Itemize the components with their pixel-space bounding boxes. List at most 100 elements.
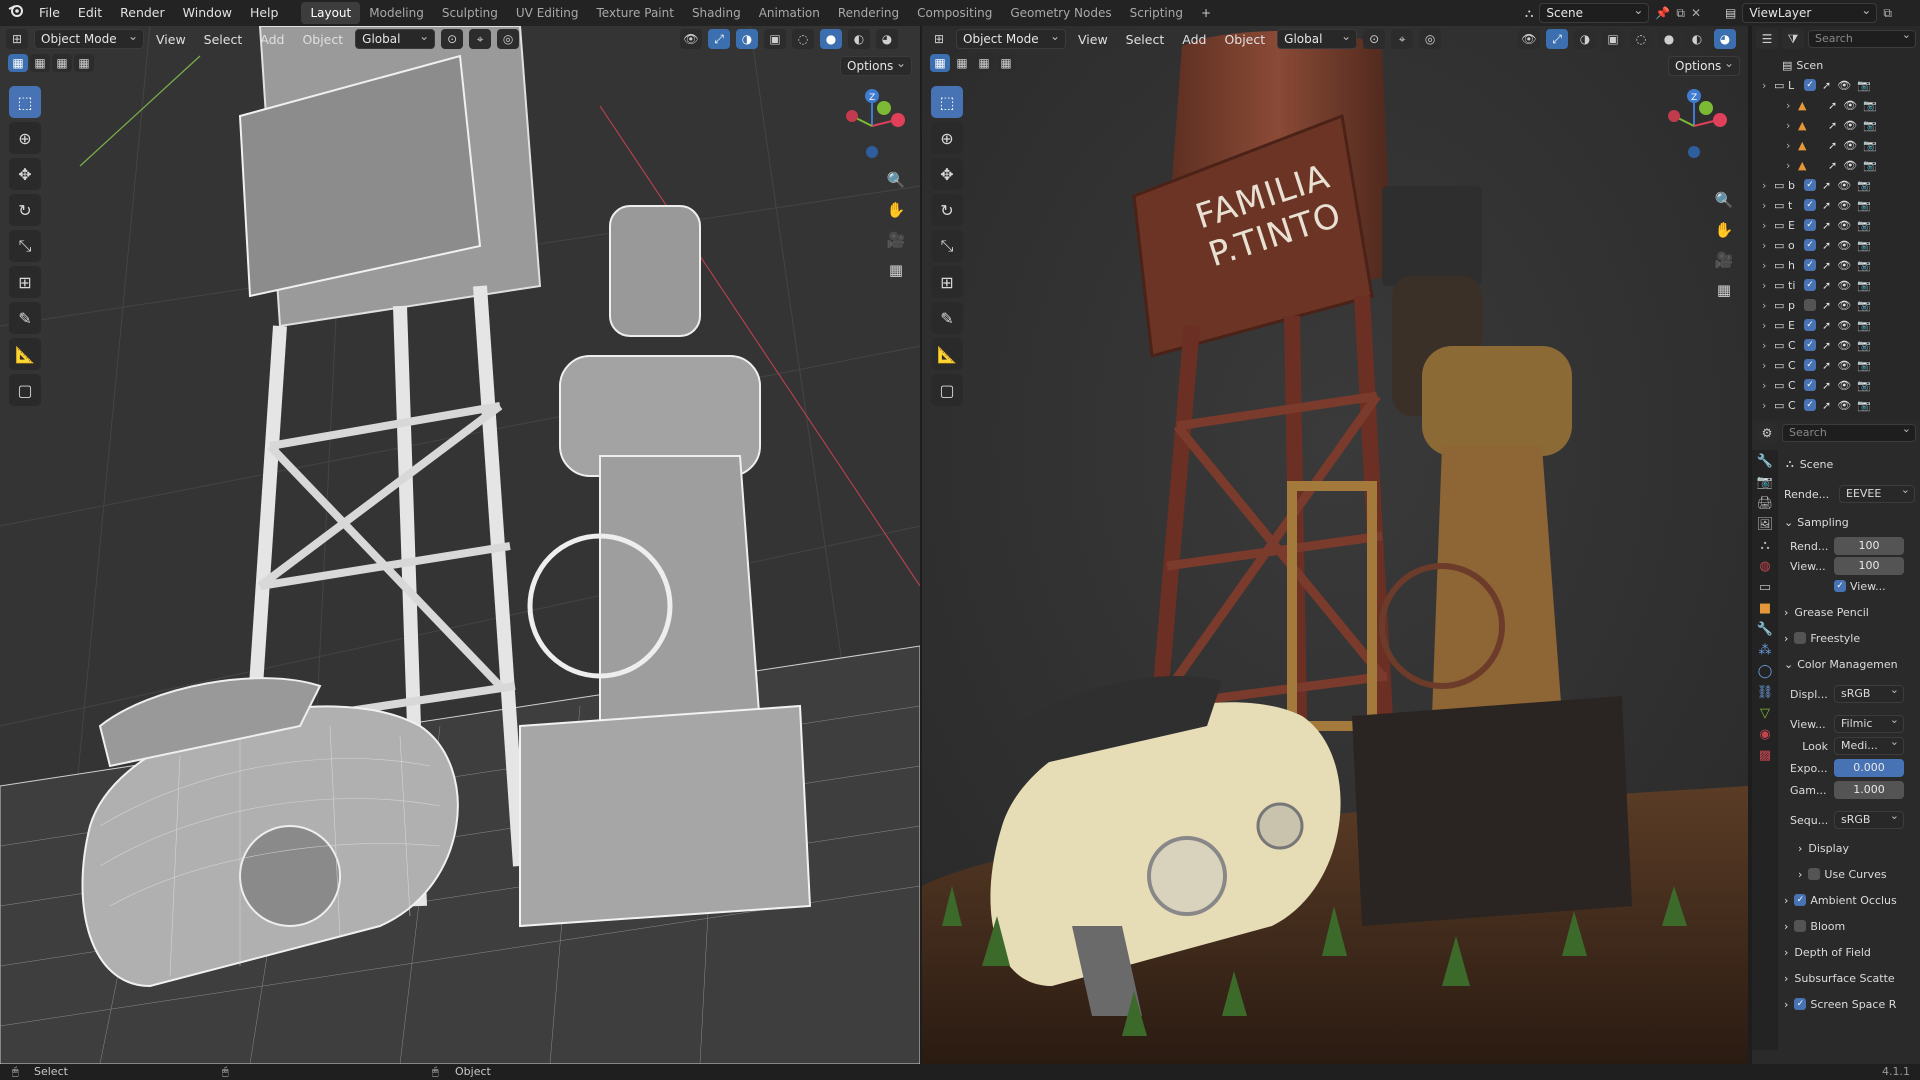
use-curves-subpanel-header[interactable]: › Use Curves xyxy=(1798,864,1920,884)
material-shading-icon[interactable]: ◐ xyxy=(1686,29,1708,49)
material-shading-icon[interactable]: ◐ xyxy=(848,29,870,49)
checkbox-checked-icon[interactable]: ✓ xyxy=(1804,339,1816,351)
select-extend-icon[interactable]: ▦ xyxy=(30,54,50,72)
checkbox-checked-icon[interactable]: ✓ xyxy=(1804,399,1816,411)
view-transform-dropdown[interactable]: Filmic xyxy=(1834,712,1904,733)
selectable-arrow-icon[interactable]: ➚ xyxy=(1828,159,1837,172)
render-camera-icon[interactable]: 📷 xyxy=(1857,179,1871,192)
tab-compositing[interactable]: Compositing xyxy=(908,2,1001,24)
sampling-panel-header[interactable]: ⌄ Sampling xyxy=(1784,512,1920,532)
selectable-arrow-icon[interactable]: ➚ xyxy=(1828,139,1837,152)
outliner-item[interactable]: › ▭ C ✓ ➚ 👁 📷 xyxy=(1752,356,1916,374)
checkbox-unchecked-icon[interactable] xyxy=(1804,299,1816,311)
outliner-item[interactable]: › ▲ ➚ 👁 📷 xyxy=(1752,156,1916,174)
color-management-panel-header[interactable]: ⌄ Color Managemen xyxy=(1784,654,1920,674)
tab-layout[interactable]: Layout xyxy=(301,2,361,24)
editor-type-icon[interactable]: ⊞ xyxy=(928,29,950,49)
outliner-item[interactable]: › ▭ ti ✓ ➚ 👁 📷 xyxy=(1752,276,1916,294)
chevron-right-icon[interactable]: › xyxy=(1786,119,1798,132)
tool-tab-icon[interactable]: 🔧 xyxy=(1757,454,1773,469)
checkbox-checked-icon[interactable]: ✓ xyxy=(1794,894,1807,906)
select-extend-icon[interactable]: ▦ xyxy=(952,54,972,72)
viewlayer-name-field[interactable]: ViewLayer xyxy=(1742,1,1878,23)
subsurface-panel-header[interactable]: › Subsurface Scatte xyxy=(1784,968,1920,988)
render-camera-icon[interactable]: 📷 xyxy=(1863,99,1877,112)
checkbox-checked-icon[interactable]: ✓ xyxy=(1804,199,1816,211)
pivot-icon[interactable]: ⊙ xyxy=(1363,29,1386,49)
depth-of-field-panel-header[interactable]: › Depth of Field xyxy=(1784,942,1920,962)
viewport-samples-field[interactable]: 100 xyxy=(1834,557,1904,575)
eye-icon[interactable]: 👁 xyxy=(1837,279,1851,292)
checkbox-checked-icon[interactable]: ✓ xyxy=(1804,259,1816,271)
eye-icon[interactable]: 👁 xyxy=(1843,159,1857,172)
proportional-edit-icon[interactable]: ◎ xyxy=(1419,29,1442,49)
render-camera-icon[interactable]: 📷 xyxy=(1857,399,1871,412)
navigation-gizmo[interactable]: Z xyxy=(1662,86,1732,166)
outliner-item[interactable]: › ▭ C ✓ ➚ 👁 📷 xyxy=(1752,376,1916,394)
menu-view[interactable]: View xyxy=(150,32,192,47)
gizmo-toggle-icon[interactable]: ⤢ xyxy=(708,29,730,49)
eye-icon[interactable]: 👁 xyxy=(1843,119,1857,132)
navigation-gizmo[interactable]: Z xyxy=(840,86,910,166)
render-camera-icon[interactable]: 📷 xyxy=(1857,239,1871,252)
visibility-icon[interactable]: 👁 xyxy=(1518,29,1540,49)
outliner-item[interactable]: › ▭ C ✓ ➚ 👁 📷 xyxy=(1752,396,1916,414)
copy-icon[interactable]: ⧉ xyxy=(1883,6,1892,21)
eye-icon[interactable]: 👁 xyxy=(1837,339,1851,352)
mode-dropdown[interactable]: Object Mode xyxy=(956,27,1066,49)
grease-pencil-panel-header[interactable]: › Grease Pencil xyxy=(1784,602,1920,622)
outliner-item[interactable]: › ▭ L ✓ ➚ 👁 📷 xyxy=(1752,76,1916,94)
tab-uv-editing[interactable]: UV Editing xyxy=(507,2,588,24)
render-camera-icon[interactable]: 📷 xyxy=(1857,79,1871,92)
snap-icon[interactable]: ⌖ xyxy=(1391,29,1414,49)
physics-tab-icon[interactable]: ◯ xyxy=(1758,664,1773,679)
transform-orientation-dropdown[interactable]: Global xyxy=(1277,27,1358,49)
checkbox-unchecked-icon[interactable] xyxy=(1808,868,1821,880)
transform-orientation-dropdown[interactable]: Global xyxy=(355,27,436,49)
checkbox-checked-icon[interactable]: ✓ xyxy=(1804,359,1816,371)
properties-search-input[interactable]: Search xyxy=(1782,421,1916,442)
menu-render[interactable]: Render xyxy=(111,0,174,26)
proportional-edit-icon[interactable]: ◎ xyxy=(497,29,520,49)
scale-icon[interactable]: ⤡ xyxy=(931,230,963,262)
selection-mode-icons[interactable]: ▦ ▦ ▦ ▦ xyxy=(930,54,1016,72)
render-camera-icon[interactable]: 📷 xyxy=(1857,379,1871,392)
menu-edit[interactable]: Edit xyxy=(69,0,111,26)
right-3d-viewport[interactable]: FAMILIA P.TINTO ⊞ Object Mode View Selec… xyxy=(922,26,1748,1064)
outliner-item[interactable]: › ▭ E ✓ ➚ 👁 📷 xyxy=(1752,216,1916,234)
selectable-arrow-icon[interactable]: ➚ xyxy=(1822,199,1831,212)
select-new-icon[interactable]: ▦ xyxy=(8,54,28,72)
selection-mode-icons[interactable]: ▦ ▦ ▦ ▦ xyxy=(8,54,94,72)
checkbox-checked-icon[interactable]: ✓ xyxy=(1834,580,1846,592)
tab-shading[interactable]: Shading xyxy=(683,2,750,24)
chevron-right-icon[interactable]: › xyxy=(1762,279,1774,292)
look-dropdown[interactable]: Medi... xyxy=(1834,734,1904,755)
menu-select[interactable]: Select xyxy=(198,32,249,47)
chevron-right-icon[interactable]: › xyxy=(1762,319,1774,332)
tab-scripting[interactable]: Scripting xyxy=(1121,2,1192,24)
camera-view-icon[interactable]: 🎥 xyxy=(882,226,910,254)
selectable-arrow-icon[interactable]: ➚ xyxy=(1822,219,1831,232)
scene-tab-icon[interactable]: ⛬ xyxy=(1760,538,1769,553)
close-icon[interactable]: ✕ xyxy=(1691,6,1701,20)
annotate-icon[interactable]: ✎ xyxy=(9,302,41,334)
render-camera-icon[interactable]: 📷 xyxy=(1857,299,1871,312)
eye-icon[interactable]: 👁 xyxy=(1837,399,1851,412)
exposure-field[interactable]: 0.000 xyxy=(1834,759,1904,777)
pan-hand-icon[interactable]: ✋ xyxy=(882,196,910,224)
data-tab-icon[interactable]: ▽ xyxy=(1760,706,1770,721)
selectable-arrow-icon[interactable]: ➚ xyxy=(1828,119,1837,132)
chevron-right-icon[interactable]: › xyxy=(1786,139,1798,152)
eye-icon[interactable]: 👁 xyxy=(1837,239,1851,252)
render-tab-icon[interactable]: 📷 xyxy=(1757,475,1773,490)
wireframe-shading-icon[interactable]: ◌ xyxy=(1630,29,1652,49)
select-new-icon[interactable]: ▦ xyxy=(930,54,950,72)
world-tab-icon[interactable]: ◍ xyxy=(1759,559,1770,574)
measure-icon[interactable]: 📐 xyxy=(9,338,41,370)
cursor-icon[interactable]: ⊕ xyxy=(9,122,41,154)
eye-icon[interactable]: 👁 xyxy=(1837,219,1851,232)
render-camera-icon[interactable]: 📷 xyxy=(1863,139,1877,152)
select-invert-icon[interactable]: ▦ xyxy=(74,54,94,72)
pivot-icon[interactable]: ⊙ xyxy=(441,29,464,49)
selectable-arrow-icon[interactable]: ➚ xyxy=(1822,319,1831,332)
